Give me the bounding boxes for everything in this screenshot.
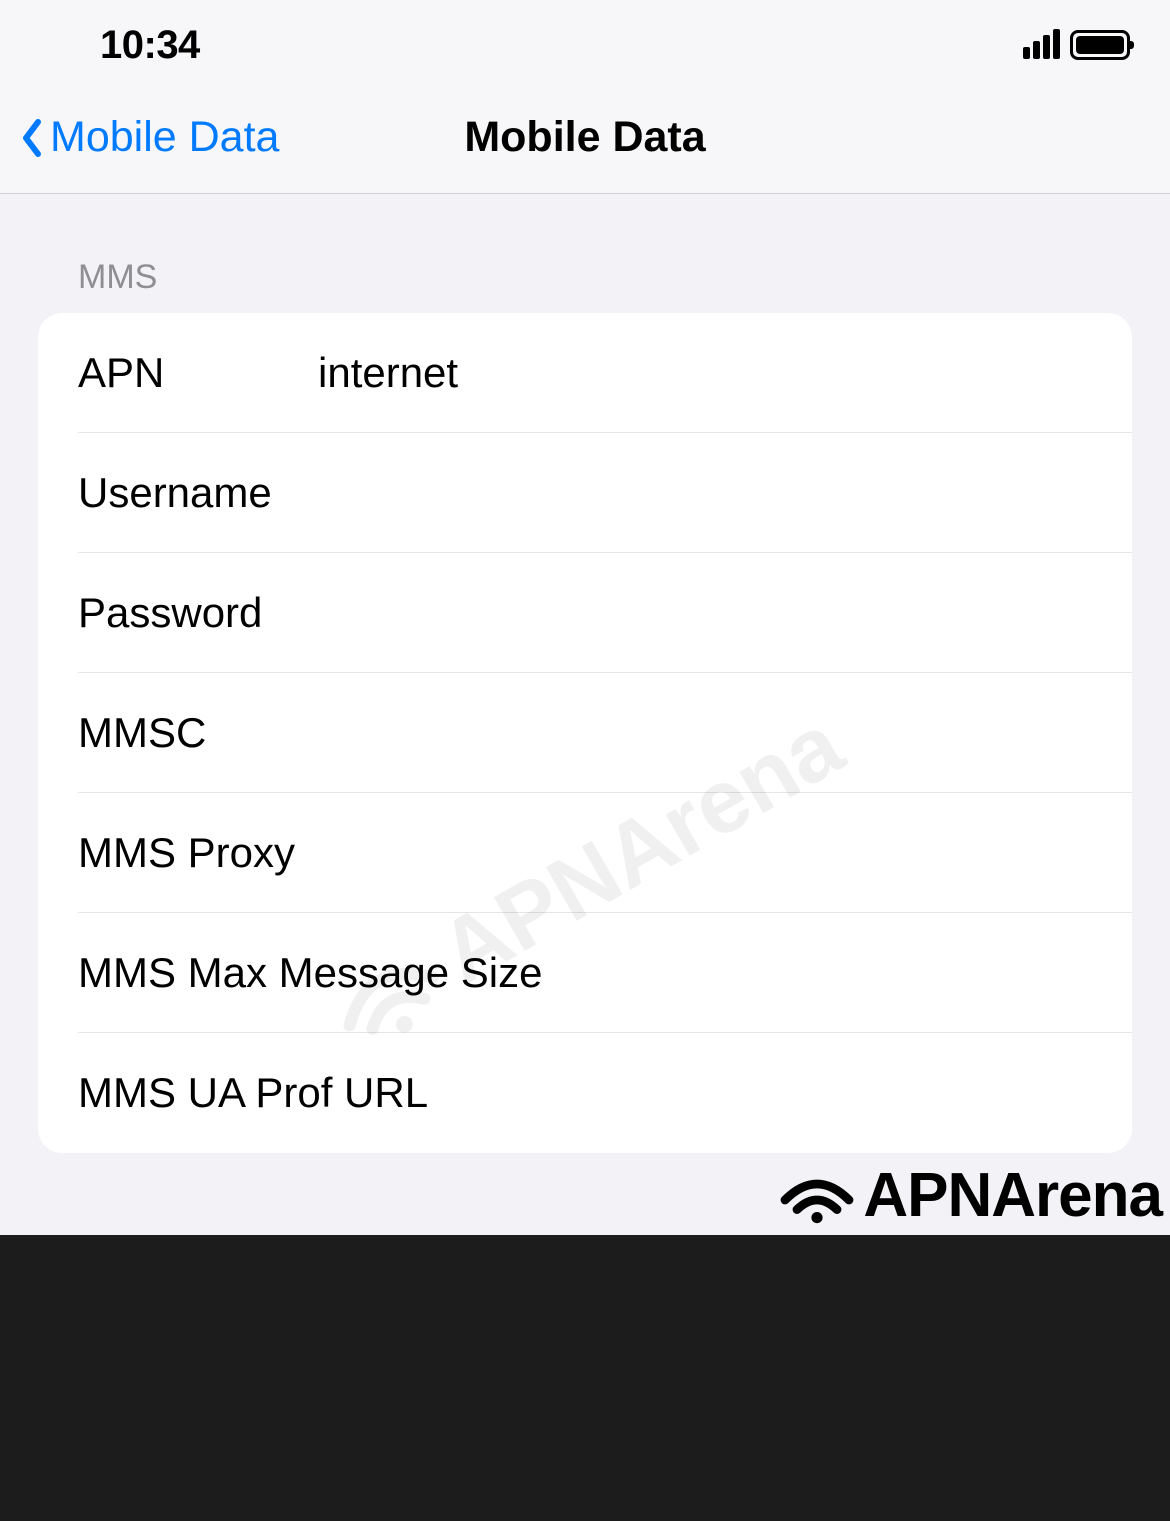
wifi-icon <box>777 1166 857 1226</box>
status-bar: 10:34 <box>0 0 1170 90</box>
footer-brand: APNArena <box>777 1160 1162 1231</box>
section-header-mms: MMS <box>0 258 1170 313</box>
navigation-bar: Mobile Data Mobile Data <box>0 90 1170 194</box>
username-label: Username <box>78 469 318 517</box>
apn-label: APN <box>78 349 318 397</box>
battery-icon <box>1070 30 1130 60</box>
apn-input[interactable] <box>318 349 1132 397</box>
mms-proxy-row[interactable]: MMS Proxy <box>38 793 1132 913</box>
username-row[interactable]: Username <box>38 433 1132 553</box>
status-time: 10:34 <box>100 23 200 68</box>
apn-row[interactable]: APN <box>38 313 1132 433</box>
footer-brand-text: APNArena <box>863 1160 1162 1231</box>
content-area: MMS APN Username Password MMSC MMS Proxy… <box>0 194 1170 1153</box>
back-button[interactable]: Mobile Data <box>20 113 279 162</box>
back-label: Mobile Data <box>50 113 279 162</box>
mms-settings-group: APN Username Password MMSC MMS Proxy MMS… <box>38 313 1132 1153</box>
mms-proxy-input[interactable] <box>318 829 1132 877</box>
mmsc-input[interactable] <box>318 709 1132 757</box>
page-title: Mobile Data <box>464 113 705 162</box>
cellular-signal-icon <box>1023 31 1060 59</box>
username-input[interactable] <box>318 469 1132 517</box>
mms-ua-prof-input[interactable] <box>428 1069 1132 1117</box>
password-input[interactable] <box>318 589 1132 637</box>
mms-proxy-label: MMS Proxy <box>78 829 318 877</box>
password-row[interactable]: Password <box>38 553 1132 673</box>
mms-ua-prof-label: MMS UA Prof URL <box>78 1069 428 1117</box>
password-label: Password <box>78 589 318 637</box>
mms-ua-prof-row[interactable]: MMS UA Prof URL <box>38 1033 1132 1153</box>
mms-max-size-label: MMS Max Message Size <box>78 949 542 997</box>
mmsc-label: MMSC <box>78 709 318 757</box>
mmsc-row[interactable]: MMSC <box>38 673 1132 793</box>
chevron-left-icon <box>20 118 42 158</box>
status-indicators <box>1023 30 1130 60</box>
bottom-dark-area <box>0 1235 1170 1521</box>
mms-max-size-input[interactable] <box>542 949 1132 997</box>
mms-max-size-row[interactable]: MMS Max Message Size <box>38 913 1132 1033</box>
